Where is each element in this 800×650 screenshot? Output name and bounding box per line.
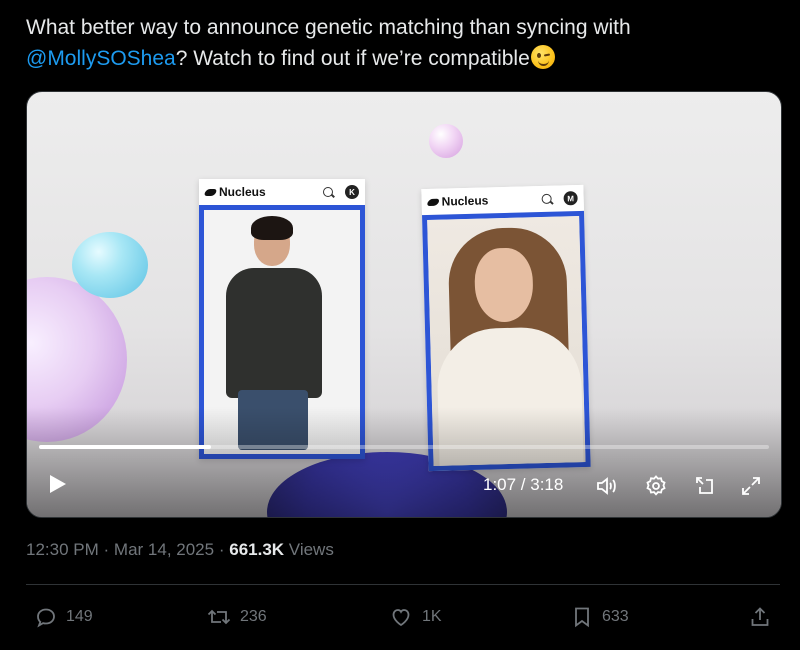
- bookmark-button[interactable]: 633: [570, 605, 629, 629]
- bookmark-icon: [575, 607, 589, 628]
- nucleus-logo-icon: [428, 196, 439, 207]
- bookmark-count: 633: [602, 608, 629, 625]
- repost-button[interactable]: 236: [206, 605, 267, 629]
- settings-button[interactable]: [644, 474, 666, 496]
- expand-icon: [742, 477, 760, 495]
- mention-link[interactable]: @MollySOShea: [26, 47, 176, 70]
- share-button[interactable]: [748, 605, 780, 629]
- progress-bar[interactable]: [39, 445, 769, 449]
- action-bar: 149 236 1K 633: [26, 603, 780, 635]
- card-brand: Nucleus: [219, 185, 266, 199]
- person-torso: [226, 268, 322, 398]
- play-button[interactable]: [45, 472, 69, 496]
- like-count: 1K: [422, 608, 442, 625]
- gear-icon: [646, 475, 666, 496]
- play-icon: [50, 475, 66, 493]
- views-count: 661.3K: [229, 540, 285, 559]
- volume-button[interactable]: [595, 474, 617, 496]
- search-icon: [541, 193, 552, 205]
- reply-icon: [37, 608, 55, 628]
- pop-out-button[interactable]: [693, 474, 715, 496]
- tweet-date[interactable]: Mar 14, 2025: [114, 540, 214, 559]
- divider: [26, 584, 780, 585]
- share-icon: [751, 607, 769, 626]
- tweet-meta: 12:30 PM · Mar 14, 2025 · 661.3K Views: [26, 540, 334, 560]
- pop-out-icon: [696, 477, 713, 494]
- decorative-bubble: [72, 232, 148, 298]
- repost-icon: [207, 609, 231, 625]
- repost-count: 236: [240, 608, 267, 625]
- heart-icon: [392, 609, 410, 627]
- winking-face-emoji-icon: [530, 45, 555, 69]
- search-icon: [323, 187, 333, 197]
- tweet-text-part: ? Watch to find out if we’re compatible: [175, 47, 530, 70]
- card-brand: Nucleus: [441, 193, 489, 209]
- fullscreen-button[interactable]: [739, 474, 761, 496]
- tweet-time[interactable]: 12:30 PM: [26, 540, 99, 559]
- video-player[interactable]: Nucleus K Nucleus M 1:07 / 3:18: [26, 91, 782, 518]
- progress-fill: [39, 445, 211, 449]
- controls-overlay: [27, 407, 781, 517]
- decorative-bubble: [429, 124, 463, 158]
- person-hair: [251, 216, 293, 240]
- nucleus-logo-icon: [205, 187, 216, 198]
- avatar: M: [563, 191, 578, 206]
- like-button[interactable]: 1K: [388, 605, 442, 629]
- meta-separator: ·: [103, 540, 110, 559]
- views-label: Views: [288, 540, 334, 559]
- tweet-text-part: What better way to announce genetic matc…: [26, 16, 631, 39]
- time-display: 1:07 / 3:18: [483, 475, 564, 494]
- reply-button[interactable]: 149: [34, 605, 93, 629]
- meta-separator: ·: [218, 540, 225, 559]
- tweet-text: What better way to announce genetic matc…: [26, 12, 786, 74]
- avatar: K: [345, 185, 359, 199]
- reply-count: 149: [66, 608, 93, 625]
- card-header: Nucleus K: [199, 179, 365, 205]
- volume-icon: [597, 477, 616, 495]
